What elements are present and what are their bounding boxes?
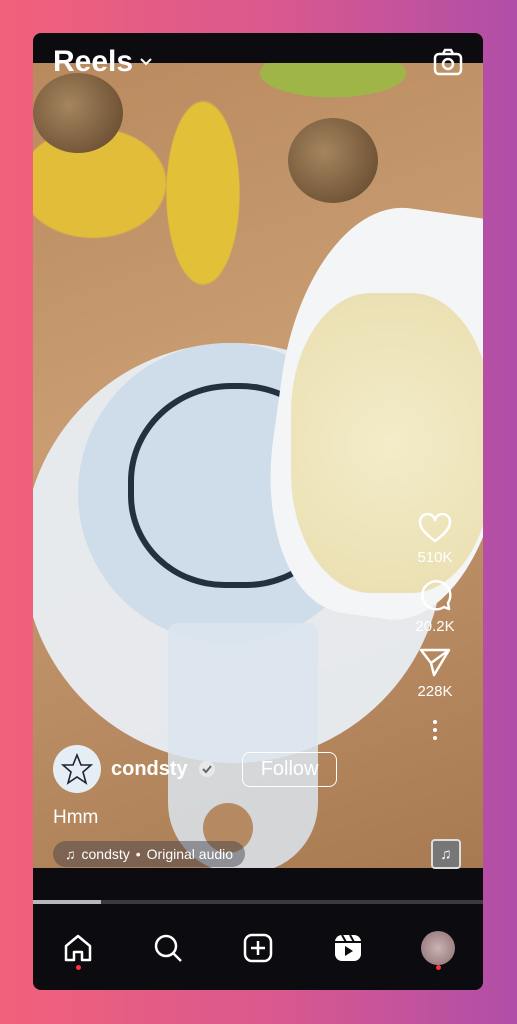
playback-progress[interactable] — [33, 900, 483, 904]
heart-icon — [418, 513, 452, 543]
share-count: 228K — [417, 683, 453, 700]
phone-frame: Reels 510K 20.2K 228K ♫ condsty Follow H… — [33, 33, 483, 990]
caption: Hmm — [53, 807, 99, 828]
like-button[interactable]: 510K — [417, 513, 453, 566]
nav-profile[interactable] — [418, 928, 458, 970]
send-icon — [419, 648, 451, 677]
verified-badge-icon — [198, 761, 215, 777]
comment-button[interactable]: 20.2K — [415, 578, 455, 635]
top-bar: Reels — [33, 33, 483, 91]
star-logo-icon — [60, 752, 94, 785]
reels-icon — [335, 934, 361, 961]
nav-search[interactable] — [148, 928, 188, 968]
home-icon — [64, 934, 92, 961]
chevron-down-icon — [140, 58, 152, 66]
progress-fill — [33, 900, 101, 904]
nav-create[interactable] — [238, 928, 278, 968]
audio-chip[interactable]: ♫ condsty • Original audio — [53, 841, 246, 867]
like-count: 510K — [417, 549, 453, 566]
bottom-nav — [33, 905, 483, 990]
notification-dot — [435, 964, 441, 970]
audio-thumbnail[interactable]: ♫ — [431, 839, 461, 869]
username[interactable]: condsty — [111, 758, 188, 781]
plus-square-icon — [243, 933, 273, 962]
nav-reels[interactable] — [328, 928, 368, 968]
music-note-icon: ♫ — [65, 846, 76, 862]
share-button[interactable]: 228K — [417, 647, 453, 700]
page-title: Reels — [53, 45, 134, 78]
audio-separator: • — [135, 846, 141, 862]
action-column: 510K 20.2K 228K — [405, 513, 465, 742]
audio-user: condsty — [81, 846, 130, 862]
profile-avatar — [421, 930, 455, 965]
follow-button[interactable]: Follow — [241, 751, 338, 787]
search-icon — [154, 934, 182, 962]
nav-home[interactable] — [58, 928, 98, 970]
avatar[interactable] — [53, 745, 101, 793]
notification-dot — [75, 964, 81, 970]
more-options-icon[interactable] — [431, 718, 439, 742]
reels-dropdown[interactable]: Reels — [53, 45, 153, 79]
camera-icon[interactable] — [433, 48, 463, 76]
comment-count: 20.2K — [415, 618, 455, 635]
music-note-icon: ♫ — [440, 845, 452, 863]
post-meta: condsty Follow Hmm ♫ condsty • Original … — [53, 745, 338, 867]
audio-title: Original audio — [146, 846, 234, 862]
comment-icon — [421, 580, 452, 611]
